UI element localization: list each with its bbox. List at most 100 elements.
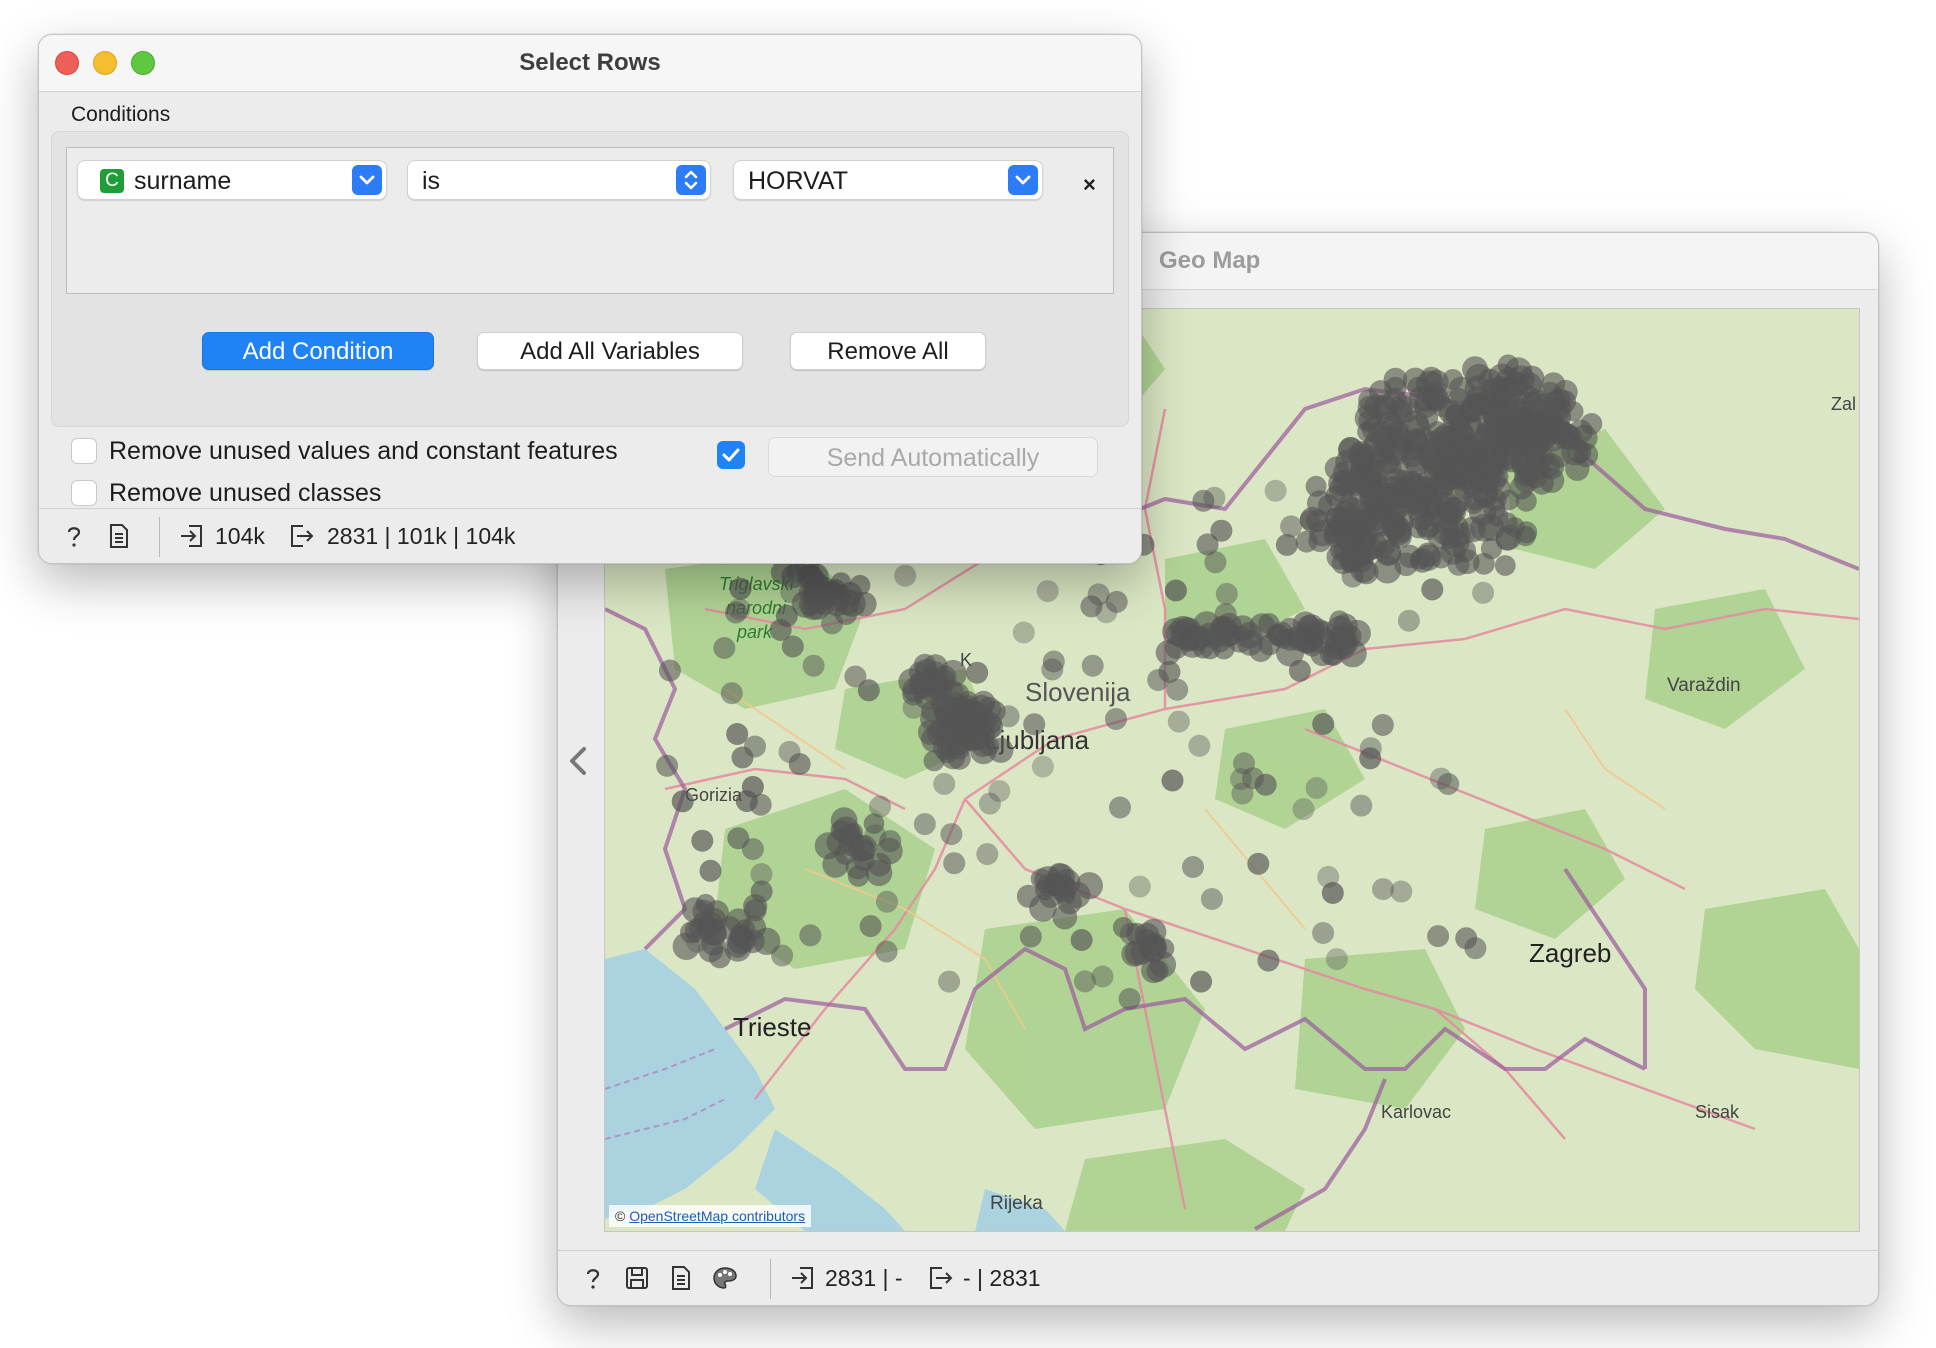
map-point[interactable] bbox=[1188, 734, 1211, 757]
map-point[interactable] bbox=[859, 915, 882, 938]
openstreetmap-link[interactable]: OpenStreetMap contributors bbox=[629, 1208, 805, 1224]
map-point[interactable] bbox=[978, 792, 1001, 815]
map-point[interactable] bbox=[926, 718, 955, 747]
map-point[interactable] bbox=[1400, 484, 1423, 507]
map-point[interactable] bbox=[938, 970, 961, 993]
map-point[interactable] bbox=[940, 823, 963, 846]
map-point[interactable] bbox=[976, 843, 999, 866]
map-point[interactable] bbox=[1312, 713, 1335, 735]
map-point[interactable] bbox=[1164, 579, 1187, 602]
map-point[interactable] bbox=[978, 718, 1001, 741]
map-point[interactable] bbox=[799, 924, 822, 947]
map-point[interactable] bbox=[1288, 659, 1311, 682]
map-point[interactable] bbox=[802, 654, 825, 677]
map-point[interactable] bbox=[699, 859, 722, 882]
map-point[interactable] bbox=[724, 934, 752, 962]
map-point[interactable] bbox=[656, 754, 679, 777]
map-point[interactable] bbox=[1521, 391, 1543, 413]
map-point[interactable] bbox=[1190, 970, 1213, 993]
map-point[interactable] bbox=[1036, 580, 1059, 603]
map-point[interactable] bbox=[1497, 420, 1525, 448]
map-point[interactable] bbox=[1472, 581, 1495, 604]
map-point[interactable] bbox=[1341, 565, 1364, 588]
map-point[interactable] bbox=[720, 682, 743, 705]
map-point[interactable] bbox=[725, 601, 747, 624]
map-point[interactable] bbox=[778, 740, 801, 763]
map-point[interactable] bbox=[1580, 413, 1603, 435]
map-point[interactable] bbox=[1325, 948, 1348, 971]
map-point[interactable] bbox=[1350, 794, 1373, 817]
map-point[interactable] bbox=[869, 795, 892, 818]
map-point[interactable] bbox=[1209, 631, 1231, 653]
map-point[interactable] bbox=[744, 899, 767, 922]
map-point[interactable] bbox=[1109, 796, 1131, 819]
remove-all-button[interactable]: Remove All bbox=[790, 332, 986, 370]
map-point[interactable] bbox=[1226, 625, 1254, 653]
map-point[interactable] bbox=[1200, 888, 1223, 910]
map-point[interactable] bbox=[1305, 475, 1327, 497]
map-point[interactable] bbox=[1147, 669, 1170, 691]
map-point[interactable] bbox=[1019, 925, 1042, 948]
map-point[interactable] bbox=[713, 637, 736, 659]
map-point[interactable] bbox=[1299, 506, 1326, 533]
map-point[interactable] bbox=[750, 863, 773, 886]
up-down-chevron-icon[interactable] bbox=[676, 165, 706, 195]
map-point[interactable] bbox=[1087, 583, 1110, 606]
map-point[interactable] bbox=[1495, 524, 1522, 551]
map-point[interactable] bbox=[1429, 767, 1452, 790]
map-point[interactable] bbox=[1427, 925, 1450, 948]
map-point[interactable] bbox=[1359, 747, 1382, 770]
map-point[interactable] bbox=[771, 944, 794, 967]
map-point[interactable] bbox=[1453, 522, 1476, 545]
map-point[interactable] bbox=[1301, 634, 1324, 657]
map-point[interactable] bbox=[1515, 490, 1537, 512]
map-point[interactable] bbox=[1119, 922, 1142, 945]
map-point[interactable] bbox=[692, 911, 715, 934]
map-point[interactable] bbox=[1397, 609, 1420, 632]
map-point[interactable] bbox=[1462, 440, 1489, 466]
map-point[interactable] bbox=[1057, 890, 1082, 915]
add-all-variables-button[interactable]: Add All Variables bbox=[477, 332, 743, 370]
map-point[interactable] bbox=[1478, 368, 1501, 392]
map-point[interactable] bbox=[671, 790, 694, 813]
map-point[interactable] bbox=[1203, 486, 1226, 509]
map-point[interactable] bbox=[1012, 621, 1035, 644]
report-icon[interactable] bbox=[106, 523, 132, 549]
map-point[interactable] bbox=[902, 696, 925, 719]
map-point[interactable] bbox=[1422, 385, 1447, 411]
map-point[interactable] bbox=[1565, 456, 1590, 481]
map-point[interactable] bbox=[1242, 767, 1264, 790]
map-point[interactable] bbox=[940, 744, 966, 770]
map-point[interactable] bbox=[1329, 632, 1356, 660]
map-point[interactable] bbox=[1312, 922, 1335, 944]
map-point[interactable] bbox=[1447, 553, 1470, 576]
variable-select[interactable]: C surname bbox=[77, 160, 387, 200]
minimize-window-button[interactable] bbox=[93, 51, 117, 75]
map-point[interactable] bbox=[1280, 515, 1303, 538]
map-point[interactable] bbox=[1375, 539, 1402, 565]
help-icon[interactable] bbox=[580, 1265, 606, 1291]
map-point[interactable] bbox=[1118, 987, 1141, 1010]
map-point[interactable] bbox=[727, 827, 750, 850]
map-point[interactable] bbox=[997, 705, 1020, 728]
value-select[interactable]: HORVAT bbox=[733, 160, 1043, 200]
map-point[interactable] bbox=[1325, 485, 1347, 507]
close-window-button[interactable] bbox=[55, 51, 79, 75]
map-point[interactable] bbox=[1386, 451, 1410, 475]
map-point[interactable] bbox=[726, 723, 749, 745]
map-point[interactable] bbox=[1073, 970, 1096, 993]
map-point[interactable] bbox=[1023, 713, 1046, 736]
map-point[interactable] bbox=[1146, 959, 1169, 982]
map-point[interactable] bbox=[686, 930, 709, 953]
map-point[interactable] bbox=[1264, 479, 1287, 502]
collapse-panel-icon[interactable] bbox=[564, 741, 592, 781]
map-point[interactable] bbox=[1081, 654, 1104, 677]
map-point[interactable] bbox=[849, 574, 871, 596]
map-point[interactable] bbox=[1455, 927, 1478, 950]
map-point[interactable] bbox=[943, 852, 966, 875]
remove-unused-values-checkbox[interactable] bbox=[71, 438, 97, 464]
map-point[interactable] bbox=[1427, 421, 1448, 442]
map-point[interactable] bbox=[1029, 894, 1057, 922]
map-point[interactable] bbox=[1421, 578, 1444, 601]
map-point[interactable] bbox=[1196, 533, 1219, 556]
